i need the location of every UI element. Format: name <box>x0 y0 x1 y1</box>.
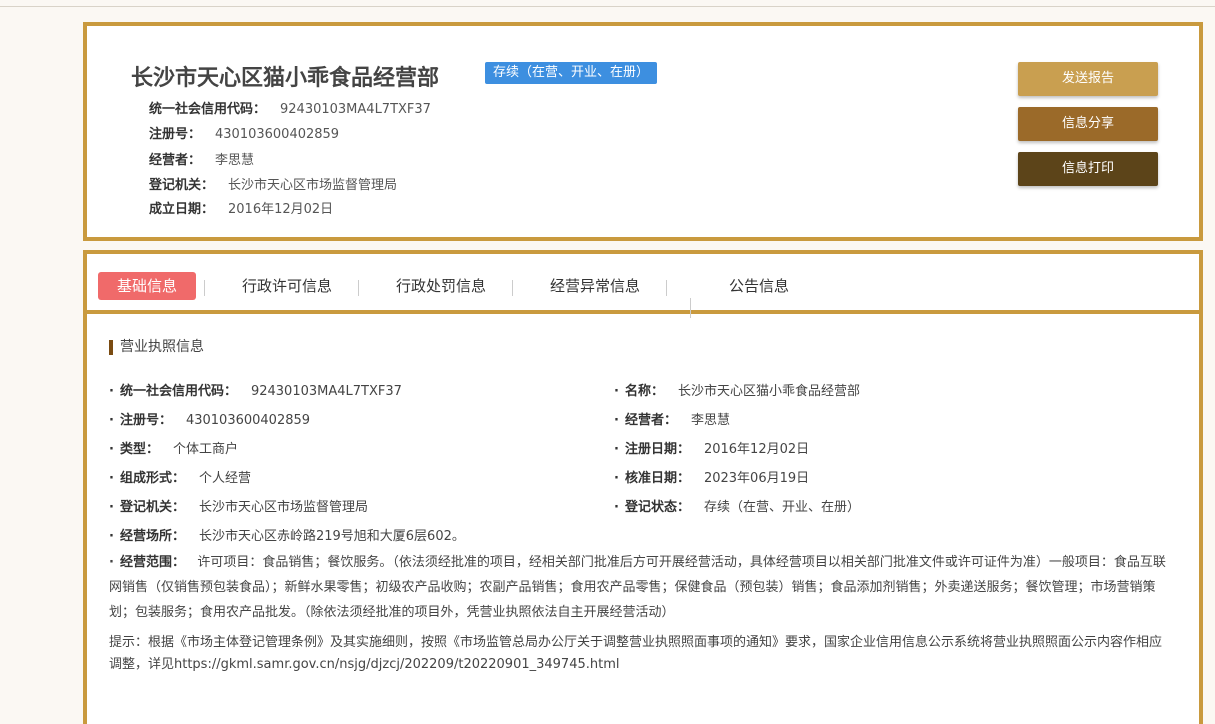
header-operator-label: 经营者： <box>149 153 202 168</box>
field-label: 注册号： <box>119 413 172 428</box>
header-authority-value: 长沙市天心区市场监督管理局 <box>228 178 398 193</box>
field-value: 李思慧 <box>690 413 730 428</box>
header-reg-no-value: 430103600402859 <box>215 127 340 142</box>
field-label: 登记机关： <box>119 500 185 515</box>
company-header-card: 长沙市天心区猫小乖食品经营部 存续（在营、开业、在册） 统一社会信用代码： 924… <box>83 22 1203 241</box>
field-value: 2016年12月02日 <box>703 442 810 457</box>
field-label: 注册日期： <box>624 442 690 457</box>
tab-announcements[interactable]: 公告信息 <box>707 272 811 300</box>
notice-text: 提示：根据《市场主体登记管理条例》及其实施细则，按照《市场监管总局办公厅关于调整… <box>109 635 1163 672</box>
company-name: 长沙市天心区猫小乖食品经营部 <box>131 66 440 91</box>
field-value: 长沙市天心区赤岭路219号旭和大厦6层602。 <box>198 529 465 544</box>
tab-separator <box>358 280 359 296</box>
tab-bar: 基础信息 行政许可信息 行政处罚信息 经营异常信息 公告信息 <box>87 254 1199 314</box>
header-reg-no-label: 注册号： <box>149 127 202 142</box>
field-address: · 经营场所： 长沙市天心区赤岭路219号旭和大厦6层602。 <box>109 529 465 544</box>
header-reg-no-row: 注册号： 430103600402859 <box>149 123 339 142</box>
tab-admin-license[interactable]: 行政许可信息 <box>224 272 350 300</box>
field-form: · 组成形式： 个人经营 <box>109 471 251 486</box>
send-report-button[interactable]: 发送报告 <box>1018 62 1158 96</box>
field-label: 登记状态： <box>624 500 690 515</box>
field-label: 类型： <box>119 442 159 457</box>
header-established-row: 成立日期： 2016年12月02日 <box>149 198 333 217</box>
field-label: 统一社会信用代码： <box>119 384 237 399</box>
field-label: 核准日期： <box>624 471 690 486</box>
field-operator: · 经营者： 李思慧 <box>614 413 730 428</box>
field-value: 92430103MA4L7TXF37 <box>250 384 402 399</box>
header-operator-value: 李思慧 <box>215 153 255 168</box>
tab-separator <box>512 280 513 296</box>
section-title: 营业执照信息 <box>109 340 204 355</box>
header-established-value: 2016年12月02日 <box>228 202 334 217</box>
field-reg-status: · 登记状态： 存续（在营、开业、在册） <box>614 500 860 515</box>
business-scope-label: 经营范围： <box>119 555 185 570</box>
tab-separator <box>204 280 205 296</box>
header-operator-row: 经营者： 李思慧 <box>149 149 254 168</box>
field-value: 长沙市天心区市场监督管理局 <box>198 500 368 515</box>
tab-separator <box>666 280 667 296</box>
field-approval-date: · 核准日期： 2023年06月19日 <box>614 471 810 486</box>
field-label: 组成形式： <box>119 471 185 486</box>
field-label: 名称： <box>624 384 664 399</box>
header-credit-code-value: 92430103MA4L7TXF37 <box>280 102 431 117</box>
print-info-button[interactable]: 信息打印 <box>1018 152 1158 186</box>
field-reg-date: · 注册日期： 2016年12月02日 <box>614 442 810 457</box>
tab-admin-penalty[interactable]: 行政处罚信息 <box>378 272 504 300</box>
field-value: 430103600402859 <box>185 413 311 428</box>
field-value: 存续（在营、开业、在册） <box>703 500 860 515</box>
header-established-label: 成立日期： <box>149 202 215 217</box>
field-value: 个体工商户 <box>172 442 238 457</box>
business-scope: · 经营范围： 许可项目：食品销售；餐饮服务。（依法须经批准的项目，经相关部门批准… <box>109 555 1166 620</box>
tab-basic-info[interactable]: 基础信息 <box>98 272 196 300</box>
header-credit-code-label: 统一社会信用代码： <box>149 102 267 117</box>
status-badge: 存续（在营、开业、在册） <box>485 62 658 84</box>
header-authority-row: 登记机关： 长沙市天心区市场监督管理局 <box>149 174 397 193</box>
tab-abnormal-operation[interactable]: 经营异常信息 <box>532 272 658 300</box>
field-name: · 名称： 长沙市天心区猫小乖食品经营部 <box>614 384 860 399</box>
field-type: · 类型： 个体工商户 <box>109 442 238 457</box>
field-value: 2023年06月19日 <box>703 471 810 486</box>
field-value: 个人经营 <box>198 471 251 486</box>
field-label: 经营场所： <box>119 529 185 544</box>
field-credit-code: · 统一社会信用代码： 92430103MA4L7TXF37 <box>109 384 402 399</box>
field-value: 长沙市天心区猫小乖食品经营部 <box>677 384 860 399</box>
share-info-button[interactable]: 信息分享 <box>1018 107 1158 141</box>
field-reg-no: · 注册号： 430103600402859 <box>109 413 311 428</box>
field-authority: · 登记机关： 长沙市天心区市场监督管理局 <box>109 500 368 515</box>
top-divider <box>0 6 1215 7</box>
tab-indicator-line <box>690 298 691 318</box>
field-label: 经营者： <box>624 413 677 428</box>
header-authority-label: 登记机关： <box>149 178 215 193</box>
info-main-card: 基础信息 行政许可信息 行政处罚信息 经营异常信息 公告信息 营业执照信息 · 统… <box>83 250 1203 724</box>
header-credit-code-row: 统一社会信用代码： 92430103MA4L7TXF37 <box>149 98 431 117</box>
business-scope-text: 许可项目：食品销售；餐饮服务。（依法须经批准的项目，经相关部门批准后方可开展经营… <box>109 555 1166 620</box>
